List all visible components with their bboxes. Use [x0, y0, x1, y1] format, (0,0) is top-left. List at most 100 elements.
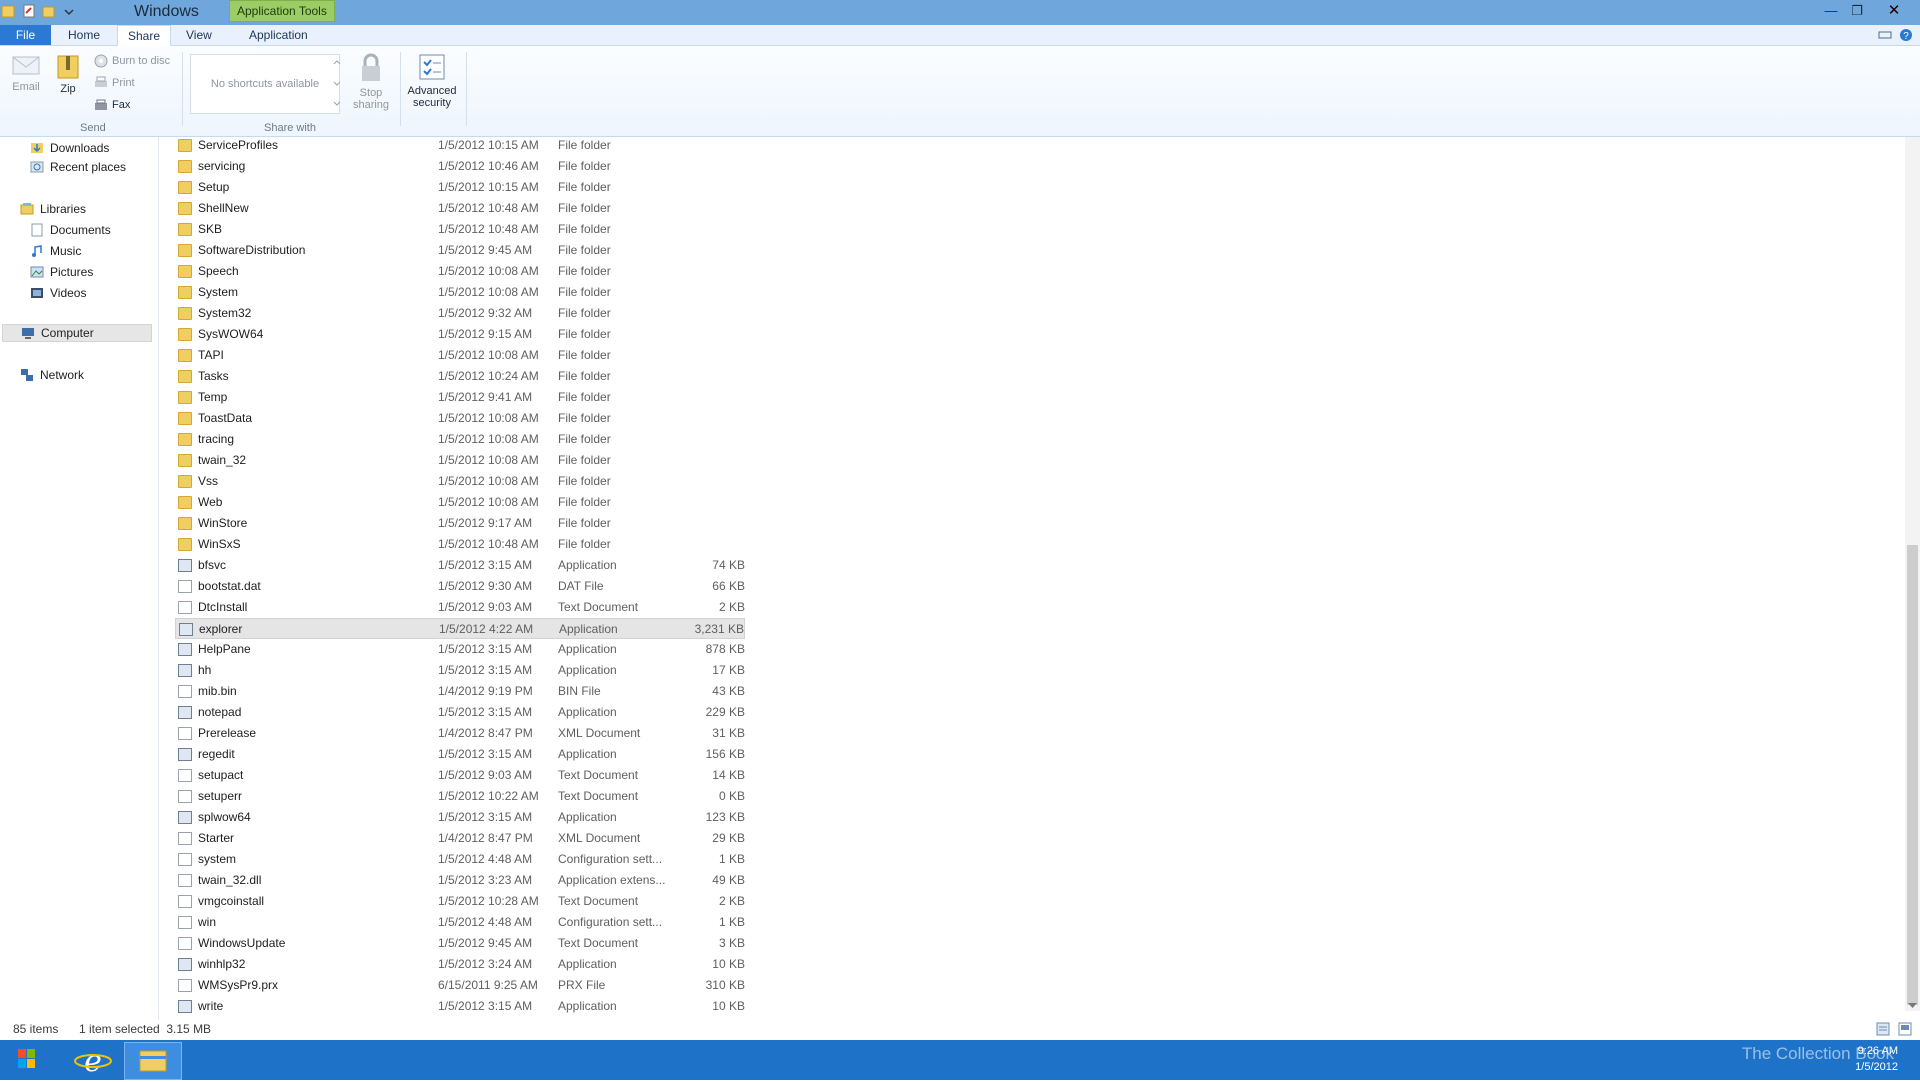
- clock-time: 9:26 AM: [1857, 1045, 1898, 1057]
- nav-item-libraries[interactable]: Libraries: [20, 200, 86, 218]
- stop-sharing-button[interactable]: Stop sharing: [350, 52, 392, 111]
- file-row[interactable]: hh 1/5/2012 3:15 AM Application 17 KB: [175, 660, 745, 681]
- file-row[interactable]: setuperr 1/5/2012 10:22 AM Text Document 0 …: [175, 786, 745, 807]
- internet-explorer-button[interactable]: e: [70, 1044, 116, 1079]
- file-row[interactable]: system 1/5/2012 4:48 AM Configuration sett…: [175, 849, 745, 870]
- system-clock[interactable]: 9:26 AM 1/5/2012: [1855, 1043, 1898, 1075]
- chevron-down-icon[interactable]: [62, 3, 76, 19]
- file-row[interactable]: SysWOW64 1/5/2012 9:15 AM File folder: [175, 324, 745, 345]
- file-size: 74 KB: [712, 558, 745, 572]
- details-view-icon[interactable]: [1876, 1022, 1890, 1036]
- file-row[interactable]: Vss 1/5/2012 10:08 AM File folder: [175, 471, 745, 492]
- minimize-ribbon-icon[interactable]: [1878, 28, 1892, 42]
- nav-item-pictures[interactable]: Pictures: [30, 263, 93, 281]
- title-bar: Windows Application Tools — ❐ ✕: [0, 0, 1920, 25]
- file-size: 2 KB: [718, 894, 745, 908]
- fax-button[interactable]: Fax: [94, 98, 130, 112]
- file-row[interactable]: Starter 1/4/2012 8:47 PM XML Document 29 KB: [175, 828, 745, 849]
- file-row[interactable]: tracing 1/5/2012 10:08 AM File folder: [175, 429, 745, 450]
- file-row[interactable]: System 1/5/2012 10:08 AM File folder: [175, 282, 745, 303]
- file-row[interactable]: bootstat.dat 1/5/2012 9:30 AM DAT File 66 K…: [175, 576, 745, 597]
- file-row[interactable]: splwow64 1/5/2012 3:15 AM Application 123 K…: [175, 807, 745, 828]
- nav-item-downloads[interactable]: Downloads: [30, 139, 109, 157]
- nav-item-music[interactable]: Music: [30, 242, 81, 260]
- scrollbar-thumb[interactable]: [1907, 545, 1918, 1005]
- burn-to-disc-button[interactable]: Burn to disc: [94, 54, 170, 68]
- disc-icon: [94, 54, 108, 68]
- file-row[interactable]: WinSxS 1/5/2012 10:48 AM File folder: [175, 534, 745, 555]
- tab-file[interactable]: File: [0, 25, 51, 45]
- file-row[interactable]: SKB 1/5/2012 10:48 AM File folder: [175, 219, 745, 240]
- file-row[interactable]: bfsvc 1/5/2012 3:15 AM Application 74 KB: [175, 555, 745, 576]
- vertical-scrollbar[interactable]: [1905, 137, 1920, 1011]
- file-type: Application: [558, 558, 617, 572]
- file-row[interactable]: twain_32.dll 1/5/2012 3:23 AM Application …: [175, 870, 745, 891]
- nav-item-recent-places[interactable]: Recent places: [30, 158, 126, 176]
- nav-item-network[interactable]: Network: [20, 366, 84, 384]
- recent-places-icon: [30, 161, 44, 173]
- file-row[interactable]: twain_32 1/5/2012 10:08 AM File folder: [175, 450, 745, 471]
- file-row[interactable]: notepad 1/5/2012 3:15 AM Application 229 KB: [175, 702, 745, 723]
- folder-icon: [178, 307, 192, 320]
- file-row[interactable]: vmgcoinstall 1/5/2012 10:28 AM Text Docume…: [175, 891, 745, 912]
- computer-icon: [22, 328, 34, 339]
- maximize-button[interactable]: ❐: [1846, 2, 1868, 20]
- file-row[interactable]: explorer 1/5/2012 4:22 AM Application 3,231…: [175, 618, 745, 639]
- file-row[interactable]: Prerelease 1/4/2012 8:47 PM XML Document 31…: [175, 723, 745, 744]
- nav-item-computer[interactable]: Computer: [2, 324, 152, 342]
- file-row[interactable]: WinStore 1/5/2012 9:17 AM File folder: [175, 513, 745, 534]
- folder-icon: [178, 454, 192, 467]
- file-row[interactable]: HelpPane 1/5/2012 3:15 AM Application 878 K…: [175, 639, 745, 660]
- gallery-scroll-icon[interactable]: [333, 56, 341, 110]
- file-row[interactable]: Tasks 1/5/2012 10:24 AM File folder: [175, 366, 745, 387]
- tab-application[interactable]: Application: [239, 25, 318, 45]
- email-button[interactable]: Email: [10, 52, 42, 93]
- file-type: Text Document: [558, 936, 639, 950]
- nav-item-videos[interactable]: Videos: [30, 284, 86, 302]
- share-with-gallery[interactable]: No shortcuts available: [190, 54, 340, 114]
- help-icon[interactable]: ?: [1899, 28, 1913, 42]
- file-row[interactable]: ShellNew 1/5/2012 10:48 AM File folder: [175, 198, 745, 219]
- nav-item-documents[interactable]: Documents: [30, 221, 111, 239]
- file-explorer-button[interactable]: [124, 1042, 182, 1080]
- print-button[interactable]: Print: [94, 76, 135, 90]
- tab-view[interactable]: View: [176, 25, 222, 45]
- file-row[interactable]: Setup 1/5/2012 10:15 AM File folder: [175, 177, 745, 198]
- start-button[interactable]: [4, 1044, 50, 1076]
- tab-home[interactable]: Home: [58, 25, 110, 45]
- file-row[interactable]: TAPI 1/5/2012 10:08 AM File folder: [175, 345, 745, 366]
- file-row[interactable]: regedit 1/5/2012 3:15 AM Application 156 KB: [175, 744, 745, 765]
- minimize-button[interactable]: —: [1820, 2, 1842, 20]
- file-row[interactable]: SoftwareDistribution 1/5/2012 9:45 AM File…: [175, 240, 745, 261]
- file-row[interactable]: Speech 1/5/2012 10:08 AM File folder: [175, 261, 745, 282]
- file-row[interactable]: ToastData 1/5/2012 10:08 AM File folder: [175, 408, 745, 429]
- new-folder-icon[interactable]: [42, 3, 56, 19]
- file-row[interactable]: write 1/5/2012 3:15 AM Application 10 KB: [175, 996, 745, 1017]
- file-row[interactable]: setupact 1/5/2012 9:03 AM Text Document 14 …: [175, 765, 745, 786]
- zip-button[interactable]: Zip: [54, 52, 82, 95]
- scroll-down-icon[interactable]: [1908, 1003, 1917, 1009]
- file-row[interactable]: WMSysPr9.prx 6/15/2011 9:25 AM PRX File 310…: [175, 975, 745, 996]
- tab-share[interactable]: Share: [117, 25, 172, 46]
- file-row[interactable]: mib.bin 1/4/2012 9:19 PM BIN File 43 KB: [175, 681, 745, 702]
- file-row[interactable]: servicing 1/5/2012 10:46 AM File folder: [175, 156, 745, 177]
- file-type: Application: [558, 747, 617, 761]
- file-row[interactable]: DtcInstall 1/5/2012 9:03 AM Text Document 2…: [175, 597, 745, 618]
- file-row[interactable]: ServiceProfiles 1/5/2012 10:15 AM File fol…: [175, 135, 745, 156]
- folder-icon: [178, 244, 192, 257]
- close-button[interactable]: ✕: [1880, 2, 1908, 20]
- large-icons-view-icon[interactable]: [1898, 1022, 1912, 1036]
- file-row[interactable]: win 1/5/2012 4:48 AM Configuration sett...…: [175, 912, 745, 933]
- file-row[interactable]: Web 1/5/2012 10:08 AM File folder: [175, 492, 745, 513]
- file-date: 1/5/2012 4:48 AM: [438, 915, 533, 929]
- file-date: 1/4/2012 8:47 PM: [438, 831, 533, 845]
- properties-icon[interactable]: [22, 3, 36, 19]
- advanced-security-button[interactable]: Advanced security: [404, 52, 460, 109]
- file-name: TAPI: [198, 348, 224, 362]
- file-row[interactable]: winhlp32 1/5/2012 3:24 AM Application 10 KB: [175, 954, 745, 975]
- file-row[interactable]: WindowsUpdate 1/5/2012 9:45 AM Text Docume…: [175, 933, 745, 954]
- folder-icon[interactable]: [2, 3, 16, 19]
- file-size: 3,231 KB: [694, 622, 744, 636]
- file-row[interactable]: System32 1/5/2012 9:32 AM File folder: [175, 303, 745, 324]
- file-row[interactable]: Temp 1/5/2012 9:41 AM File folder: [175, 387, 745, 408]
